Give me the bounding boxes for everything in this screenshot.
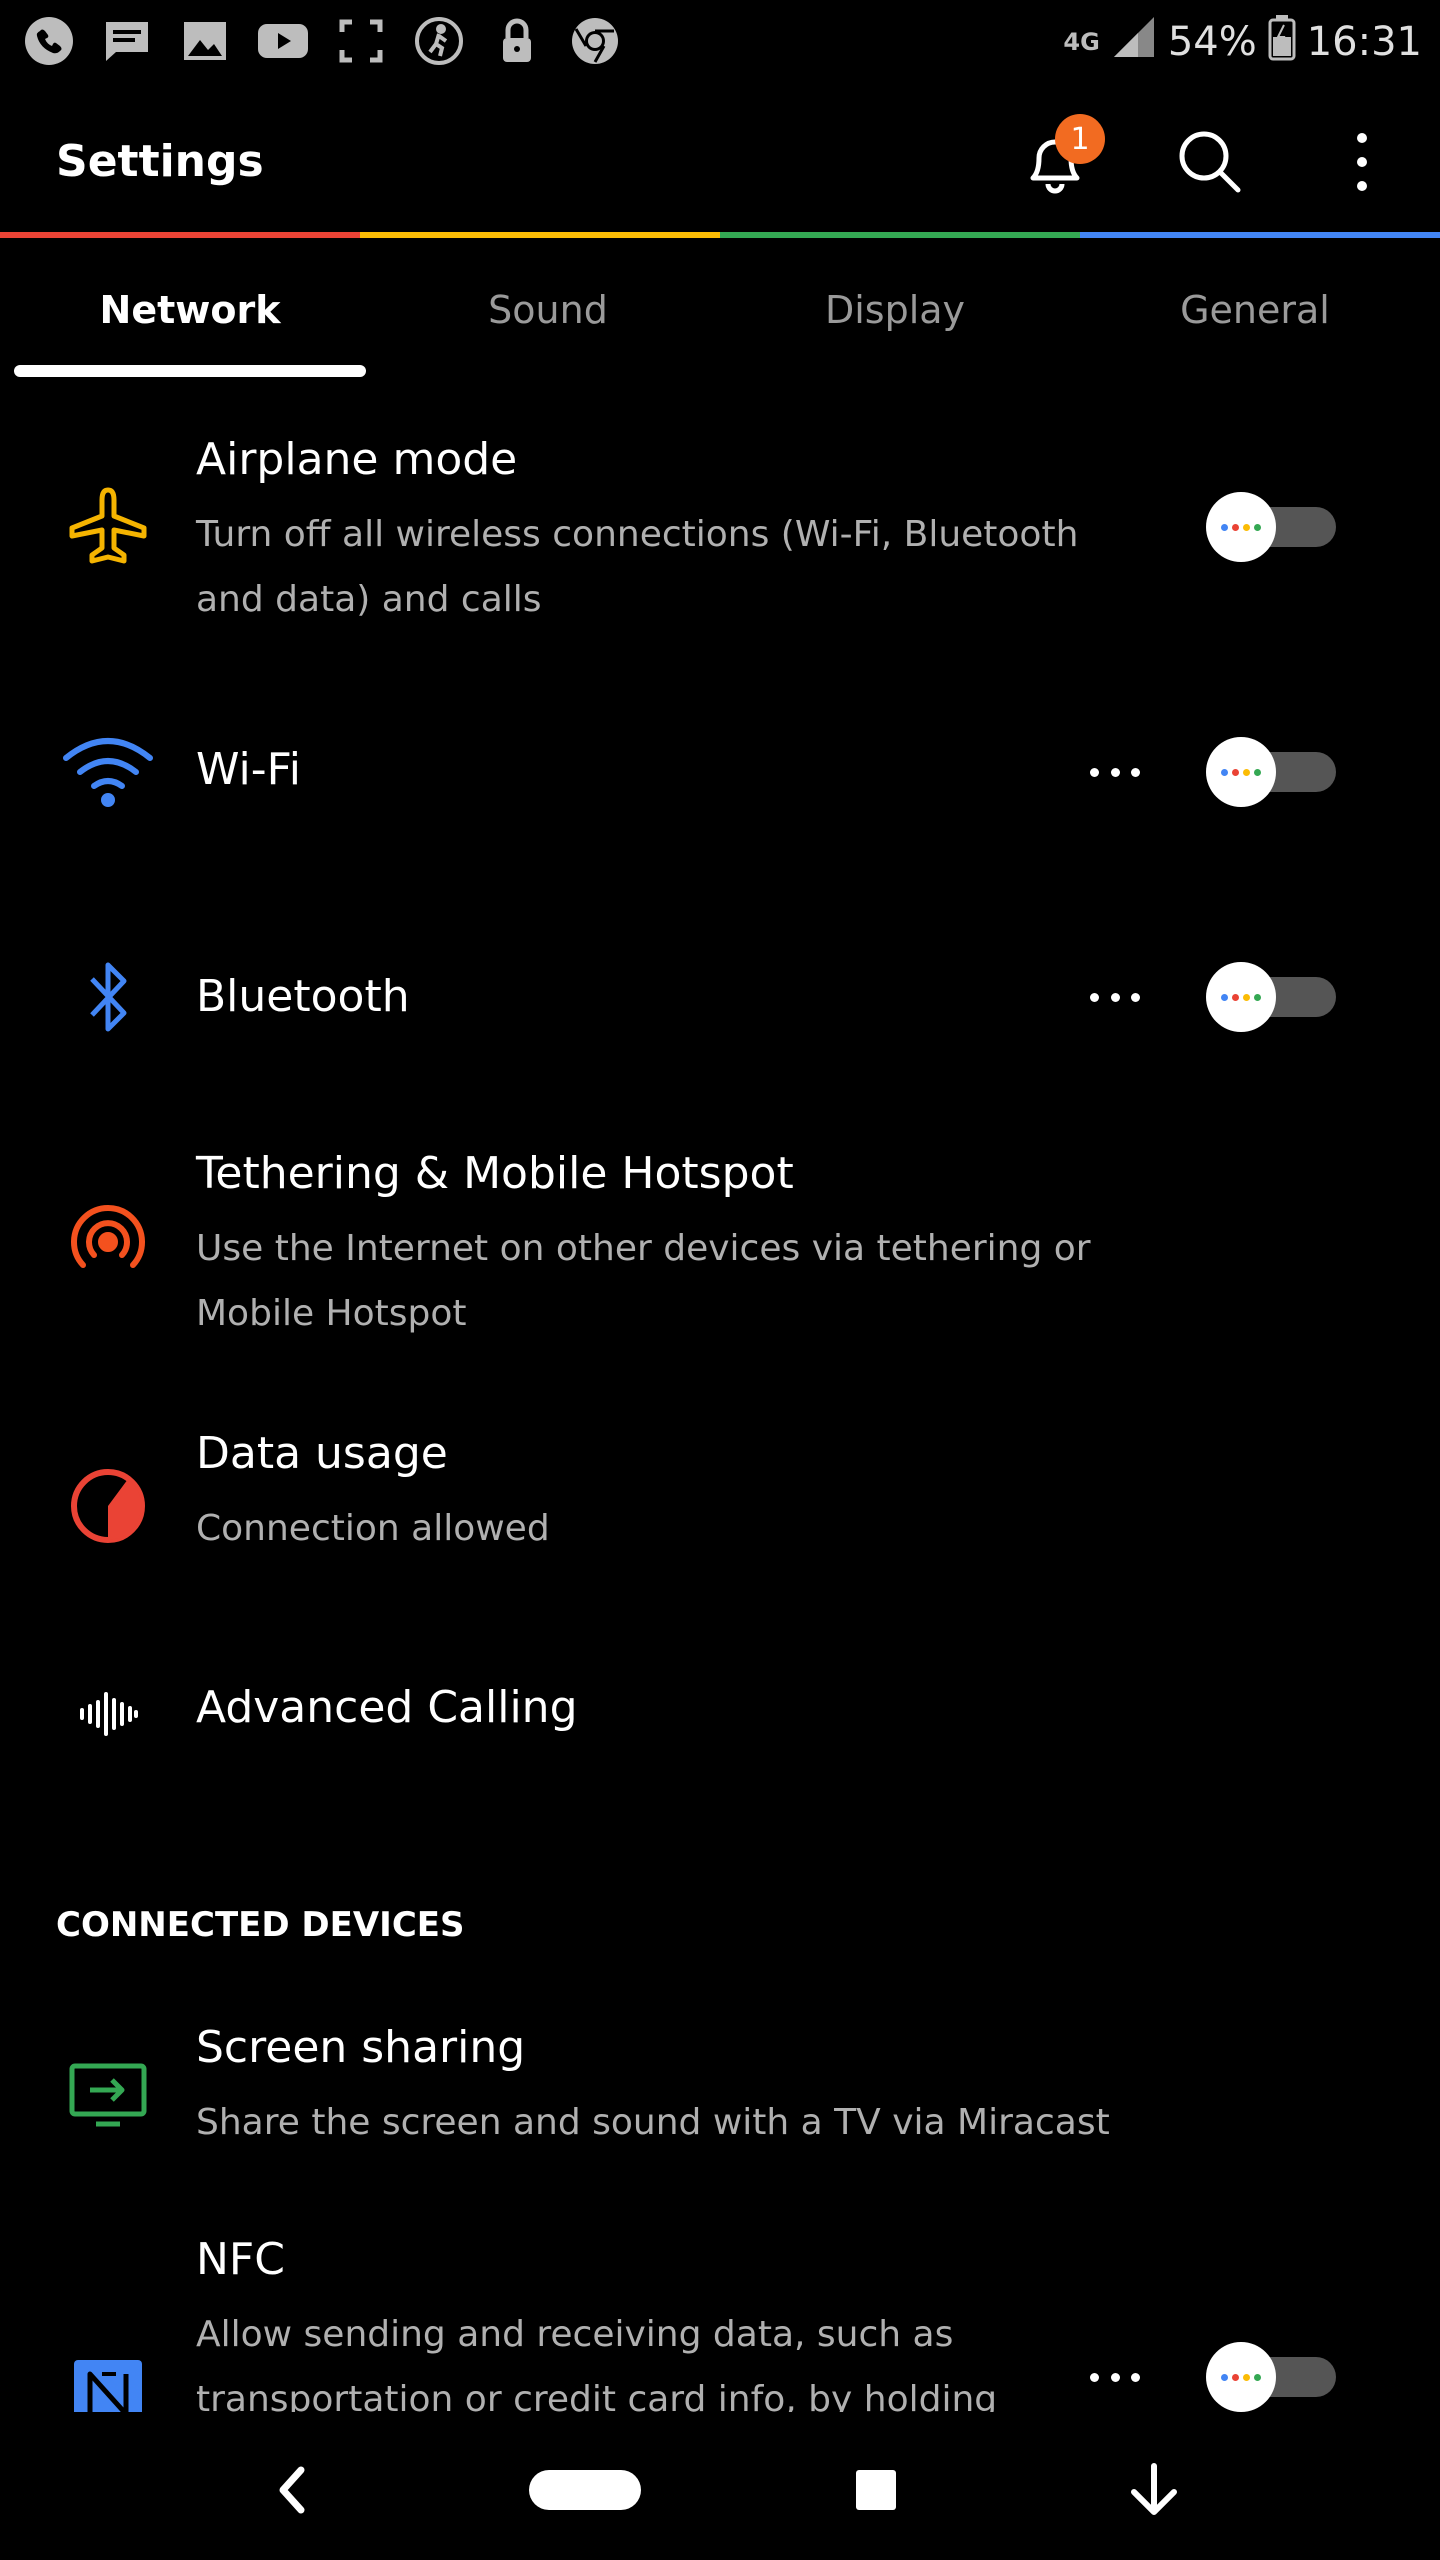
setting-tethering-hotspot[interactable]: Tethering & Mobile Hotspot Use the Inter… (0, 1140, 1440, 1360)
setting-title: Bluetooth (196, 971, 410, 1022)
message-icon (100, 14, 154, 68)
home-button[interactable] (525, 2442, 645, 2542)
tab-display[interactable]: Display (715, 288, 1075, 332)
bluetooth-toggle[interactable] (1206, 962, 1336, 1032)
advanced-calling-icon (58, 1664, 158, 1764)
lock-icon (490, 14, 544, 68)
setting-subtitle: Share the screen and sound with a TV via… (196, 2102, 1110, 2143)
recents-icon (854, 2468, 898, 2516)
nfc-more-options-button[interactable] (1090, 2357, 1140, 2397)
setting-subtitle: Connection allowed (196, 1508, 550, 1549)
recents-button[interactable] (826, 2442, 926, 2542)
setting-title: NFC (196, 2240, 285, 2285)
setting-bluetooth[interactable]: Bluetooth (0, 935, 1440, 1055)
search-icon (1170, 122, 1250, 206)
youtube-icon (256, 14, 310, 68)
setting-title: Airplane mode (196, 434, 518, 485)
tab-sound[interactable]: Sound (368, 288, 728, 332)
nfc-toggle[interactable] (1206, 2342, 1336, 2412)
setting-airplane-mode[interactable]: Airplane mode Turn off all wireless conn… (0, 420, 1440, 640)
battery-percent: 54% (1167, 19, 1257, 65)
setting-title: Data usage (196, 1428, 448, 1479)
notifications-button[interactable]: 1 (1005, 114, 1105, 214)
signal-icon (1110, 13, 1158, 71)
navigation-bar (0, 2412, 1440, 2560)
fitness-icon (412, 14, 466, 68)
wifi-icon (58, 722, 158, 822)
airplane-icon (58, 476, 158, 576)
setting-subtitle: Use the Internet on other devices via te… (196, 1228, 1091, 1334)
chrome-icon (568, 14, 622, 68)
wifi-more-options-button[interactable] (1090, 752, 1140, 792)
section-header-connected-devices: CONNECTED DEVICES (56, 1905, 465, 1945)
screenshot-icon (334, 14, 388, 68)
bluetooth-icon (58, 947, 158, 1047)
setting-advanced-calling[interactable]: Advanced Calling (0, 1660, 1440, 1770)
setting-subtitle: Allow sending and receiving data, such a… (196, 2314, 998, 2412)
arrow-down-icon (1124, 2460, 1184, 2524)
tab-network[interactable]: Network (10, 288, 370, 332)
setting-data-usage[interactable]: Data usage Connection allowed (0, 1420, 1440, 1570)
notification-badge: 1 (1055, 114, 1105, 164)
wifi-toggle[interactable] (1206, 737, 1336, 807)
setting-screen-sharing[interactable]: Screen sharing Share the screen and soun… (0, 2012, 1440, 2162)
back-button[interactable] (242, 2442, 342, 2542)
list-scroll-clip: NFC Allow sending and receiving data, su… (0, 2240, 1440, 2412)
notification-pull-button[interactable] (1104, 2442, 1204, 2542)
search-button[interactable] (1160, 114, 1260, 214)
setting-nfc[interactable]: NFC Allow sending and receiving data, su… (0, 2240, 1440, 2412)
setting-title: Advanced Calling (196, 1682, 578, 1733)
more-vertical-icon (1352, 122, 1372, 206)
gallery-icon (178, 14, 232, 68)
tab-general[interactable]: General (1075, 288, 1435, 332)
nfc-icon (58, 2344, 158, 2412)
status-bar: 4G 54% 16:31 (0, 0, 1440, 84)
page-title: Settings (56, 136, 264, 187)
tab-bar: Network Sound Display General (0, 238, 1440, 378)
phone-app-icon (22, 14, 76, 68)
clock: 16:31 (1306, 19, 1422, 65)
data-usage-icon (58, 1456, 158, 1556)
back-icon (267, 2460, 317, 2524)
setting-wifi[interactable]: Wi-Fi (0, 710, 1440, 830)
setting-title: Screen sharing (196, 2022, 526, 2073)
active-tab-indicator (14, 365, 366, 377)
setting-title: Wi-Fi (196, 744, 301, 795)
bluetooth-more-options-button[interactable] (1090, 977, 1140, 1017)
setting-title: Tethering & Mobile Hotspot (196, 1148, 794, 1199)
airplane-mode-toggle[interactable] (1206, 492, 1336, 562)
screen-cast-icon (58, 2044, 158, 2144)
hotspot-icon (58, 1192, 158, 1292)
network-type-indicator: 4G (1063, 28, 1100, 56)
app-bar: Settings 1 (0, 84, 1440, 234)
more-options-button[interactable] (1312, 114, 1412, 214)
home-pill-icon (527, 2468, 643, 2516)
setting-subtitle: Turn off all wireless connections (Wi-Fi… (196, 514, 1079, 620)
battery-icon (1267, 13, 1297, 71)
